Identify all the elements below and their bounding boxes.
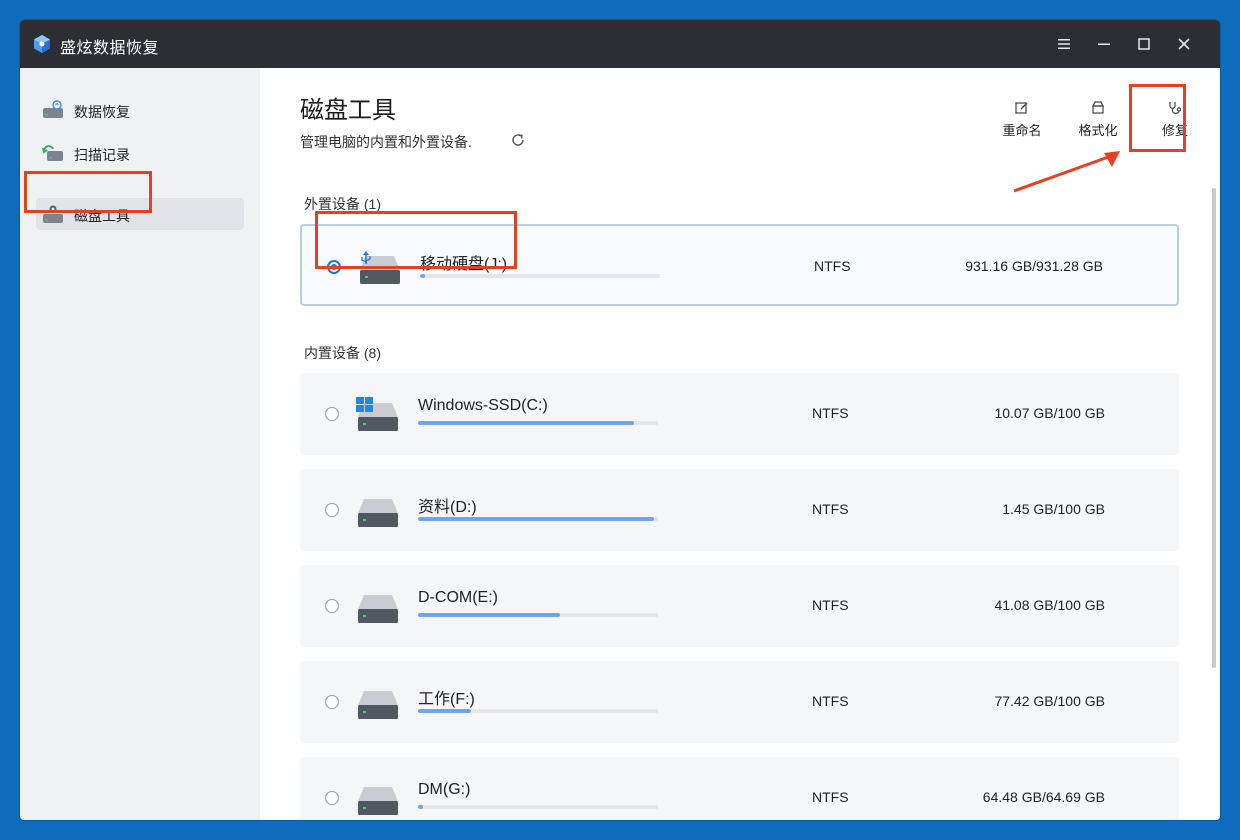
disk-filesystem: NTFS [812,693,849,709]
disk-usage-fill [420,274,425,278]
disk-usage-fill [418,613,560,617]
disk-card[interactable]: D-COM(E:) NTFS 41.08 GB/100 GB [300,565,1179,647]
disk-drive-icon [358,499,398,527]
disk-filesystem: NTFS [812,501,849,517]
app-window: 盛炫数据恢复 数据恢复 扫描记录 磁盘工具 磁盘工具 管理电脑的内置和外置设备.… [20,20,1220,820]
disk-usage-fill [418,421,634,425]
disk-capacity: 41.08 GB/100 GB [994,597,1105,613]
disk-usage-bar [418,805,658,809]
hamburger-icon[interactable] [1052,32,1076,56]
disk-filesystem: NTFS [814,258,851,274]
edit-icon [1015,102,1028,114]
scrollbar-thumb[interactable] [1212,188,1216,668]
page-subtitle: 管理电脑的内置和外置设备. [300,134,472,150]
disk-card[interactable]: 工作(F:) NTFS 77.42 GB/100 GB [300,661,1179,743]
stethoscope-icon [1169,102,1182,114]
minimize-icon[interactable] [1092,32,1116,56]
disk-radio[interactable] [325,407,339,421]
disk-capacity: 10.07 GB/100 GB [994,405,1105,421]
format-button[interactable]: 格式化 [1068,100,1128,146]
disk-radio[interactable] [325,695,339,709]
disk-name: 移动硬盘(J:) [420,256,508,273]
internal-devices-label: 内置设备 (8) [304,345,381,361]
format-label: 格式化 [1078,123,1118,138]
disk-name: 资料(D:) [418,499,477,516]
repair-label: 修复 [1161,123,1188,138]
disk-usage-bar [418,613,658,617]
disk-capacity: 1.45 GB/100 GB [1002,501,1105,517]
close-icon[interactable] [1172,32,1196,56]
sidebar-item-label: 磁盘工具 [74,208,130,224]
disk-capacity: 77.42 GB/100 GB [994,693,1105,709]
disk-drive-icon [356,397,398,431]
disk-radio[interactable] [325,599,339,613]
disk-usage-fill [418,805,423,809]
disk-usage-fill [418,709,471,713]
rename-label: 重命名 [1002,123,1042,138]
sidebar-item-data-recovery[interactable]: 数据恢复 [36,94,244,126]
disk-usage-bar [420,274,660,278]
sidebar: 数据恢复 扫描记录 磁盘工具 [20,68,260,820]
disk-filesystem: NTFS [812,789,849,805]
title-bar: 盛炫数据恢复 [20,20,1220,68]
disk-card[interactable]: DM(G:) NTFS 64.48 GB/64.69 GB [300,757,1179,820]
disk-radio[interactable] [325,791,339,805]
disk-card[interactable]: Windows-SSD(C:) NTFS 10.07 GB/100 GB [300,373,1179,455]
sidebar-item-disk-tools[interactable]: 磁盘工具 [36,198,244,230]
eraser-icon [1092,101,1104,114]
disk-usage-fill [418,517,655,521]
disk-tool-icon [43,205,63,223]
disk-usage-bar [418,421,658,425]
disk-card[interactable]: 资料(D:) NTFS 1.45 GB/100 GB [300,469,1179,551]
disk-name: DM(G:) [418,781,471,798]
disk-radio[interactable] [325,503,339,517]
disk-drive-icon [358,595,398,623]
disk-drive-icon [358,691,398,719]
disk-name: Windows-SSD(C:) [418,397,548,414]
drive-recover-icon [43,100,63,118]
disk-card[interactable]: 移动硬盘(J:) NTFS 931.16 GB/931.28 GB [300,224,1179,306]
app-logo-icon [34,35,50,53]
sidebar-item-label: 数据恢复 [74,104,130,120]
disk-name: D-COM(E:) [418,589,498,606]
disk-drive-icon [358,787,398,815]
disk-capacity: 931.16 GB/931.28 GB [965,258,1103,274]
disk-filesystem: NTFS [812,597,849,613]
maximize-icon[interactable] [1132,32,1156,56]
disk-usage-bar [418,709,658,713]
sidebar-item-scan-history[interactable]: 扫描记录 [36,137,244,169]
disk-radio[interactable] [327,260,341,274]
disk-usage-bar [418,517,658,521]
rename-button[interactable]: 重命名 [992,100,1052,146]
disk-capacity: 64.48 GB/64.69 GB [982,789,1105,805]
disk-drive-icon [360,251,400,284]
disk-filesystem: NTFS [812,405,849,421]
scan-history-icon [42,145,63,161]
refresh-icon[interactable] [510,132,526,148]
main-panel: 磁盘工具 管理电脑的内置和外置设备. 重命名 格式化 修复 外置设备 (1) 移… [260,68,1220,820]
disk-name: 工作(F:) [418,691,475,708]
external-devices-label: 外置设备 (1) [304,196,381,212]
repair-button[interactable]: 修复 [1145,100,1205,146]
sidebar-item-label: 扫描记录 [74,147,130,163]
page-title: 磁盘工具 [300,97,396,124]
app-title: 盛炫数据恢复 [60,40,160,57]
